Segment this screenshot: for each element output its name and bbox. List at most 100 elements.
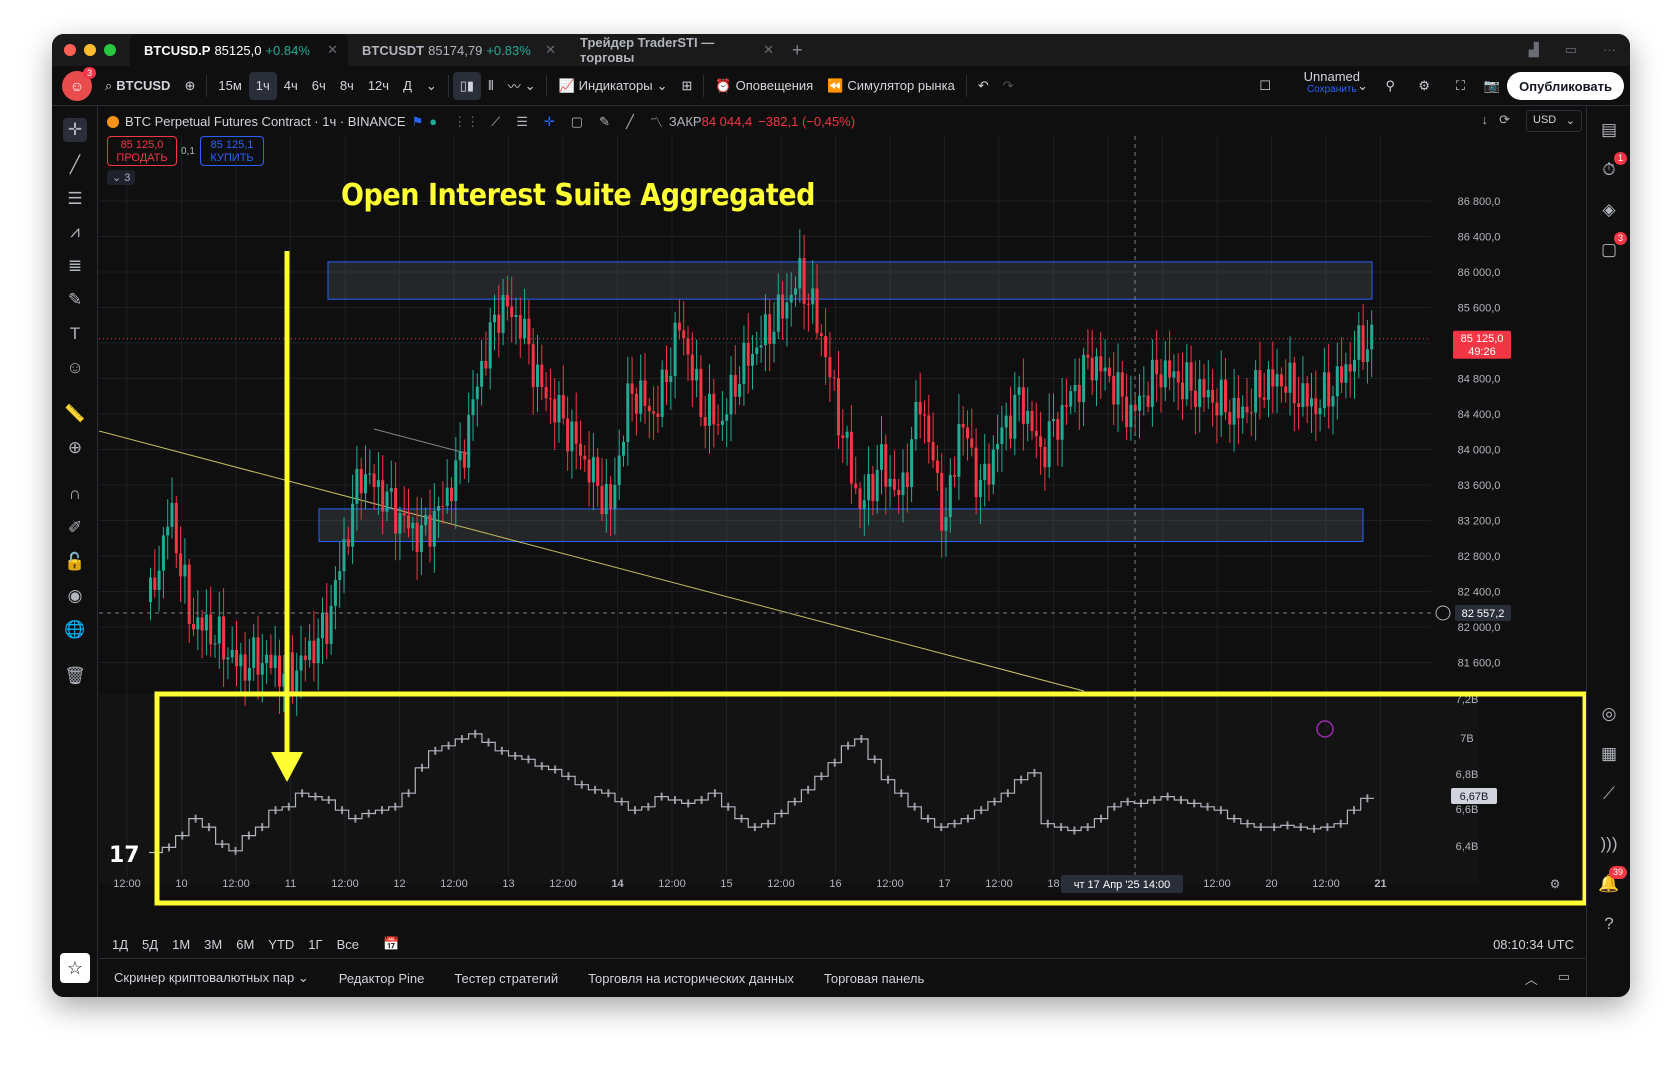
chart-area[interactable]: 86 800,086 400,086 000,085 600,085 200,0… <box>99 106 1586 968</box>
interval-dropdown[interactable]: ⌄ <box>419 72 444 100</box>
tab-replay-trading[interactable]: Торговля на исторических данных <box>573 971 809 986</box>
range-5d[interactable]: 5Д <box>135 937 165 952</box>
target-icon[interactable]: ◎ <box>1597 702 1621 726</box>
symbol-search[interactable]: ⌕ BTCUSD <box>98 72 177 100</box>
crosshair-icon[interactable]: ✛ <box>63 118 87 142</box>
brush-icon[interactable]: ✎ <box>63 288 87 312</box>
chart-canvas[interactable]: 86 800,086 400,086 000,085 600,085 200,0… <box>99 106 1586 968</box>
fib-icon[interactable]: ≣ <box>63 254 87 278</box>
replay-button[interactable]: ⏪ Симулятор рынка <box>820 72 962 100</box>
eye-icon[interactable]: ◉ <box>63 584 87 608</box>
tab-pine-editor[interactable]: Редактор Pine <box>324 971 440 986</box>
pencil-lock-icon[interactable]: ✐ <box>63 516 87 540</box>
range-1m[interactable]: 1М <box>165 937 197 952</box>
cast-icon[interactable]: ▭ <box>1565 42 1577 58</box>
interval-8h[interactable]: 8ч <box>333 72 361 100</box>
close-tab-icon[interactable]: ✕ <box>327 42 338 58</box>
trendline-tool-icon[interactable]: ⟋ <box>491 114 500 130</box>
tab-crypto-screener[interactable]: Скринер криптовалютных пар ⌄ <box>99 970 324 986</box>
minimize-window-icon[interactable] <box>84 44 96 56</box>
range-3m[interactable]: 3М <box>197 937 229 952</box>
drag-handle-icon[interactable]: ⋮⋮ <box>453 114 479 130</box>
snapshot-button[interactable]: 📷 <box>1477 72 1507 100</box>
tab-strategy-tester[interactable]: Тестер стратегий <box>439 971 573 986</box>
close-tab-icon[interactable]: ✕ <box>545 42 556 58</box>
globe-icon[interactable]: 🌐 <box>63 618 87 642</box>
horizontal-lines-icon[interactable]: ☰ <box>63 187 87 211</box>
new-tab-icon[interactable]: + <box>792 40 803 61</box>
range-1d[interactable]: 1Д <box>105 937 135 952</box>
pine-icon[interactable]: ⟋ <box>1597 782 1621 806</box>
chevron-up-icon[interactable]: ︿ <box>1525 969 1538 988</box>
tab-btcusdt[interactable]: BTCUSDT 85174,79 +0.83% ✕ <box>348 34 566 66</box>
emoji-icon[interactable]: ☺ <box>63 356 87 380</box>
trash-icon[interactable]: 🗑 <box>63 664 87 688</box>
interval-15m[interactable]: 15м <box>211 72 248 100</box>
maximize-panel-icon[interactable]: ▭ <box>1558 969 1570 988</box>
help-icon[interactable]: ? <box>1597 912 1621 936</box>
interval-1h[interactable]: 1ч <box>248 71 277 100</box>
interval-d[interactable]: Д <box>396 72 419 100</box>
layers-icon[interactable]: ◈ <box>1597 198 1621 222</box>
interval-4h[interactable]: 4ч <box>277 72 305 100</box>
alerts-clock-icon[interactable]: ⏱ 1 <box>1597 152 1627 182</box>
maximize-window-icon[interactable] <box>104 44 116 56</box>
bars-type-button[interactable]: ⫴ <box>481 72 500 100</box>
quick-search-button[interactable]: ⚲ <box>1378 72 1402 100</box>
range-6m[interactable]: 6М <box>229 937 261 952</box>
text-icon[interactable]: T <box>63 322 87 346</box>
candles-type-button[interactable]: ▯▮ <box>452 71 482 100</box>
close-tab-icon[interactable]: ✕ <box>763 42 774 58</box>
lock-icon[interactable]: 🔓 <box>63 550 87 574</box>
flag-icon[interactable]: ⚑ <box>412 114 424 130</box>
signal-icon[interactable]: ▟ <box>1529 42 1539 58</box>
range-ytd[interactable]: YTD <box>261 937 301 952</box>
crosshair-tool-icon[interactable]: ✛ <box>544 114 555 130</box>
goto-date-icon[interactable]: 📅 <box>376 936 406 952</box>
fullscreen-button[interactable]: ⛶ <box>1449 72 1472 100</box>
settings-button[interactable]: ⚙ <box>1411 72 1437 100</box>
ruler-icon[interactable]: 📏 <box>63 402 87 426</box>
fib-tool-icon[interactable]: ☰ <box>516 114 528 130</box>
interval-6h[interactable]: 6ч <box>305 72 333 100</box>
layout-toggle[interactable]: ☐ <box>1252 72 1278 100</box>
range-1y[interactable]: 1Г <box>301 937 329 952</box>
chat-icon[interactable]: ▢ 3 <box>1597 232 1627 262</box>
more-icon[interactable]: ··· <box>1603 42 1616 58</box>
legend-title[interactable]: BTC Perpetual Futures Contract · 1ч · BI… <box>125 114 406 129</box>
range-all[interactable]: Все <box>330 937 366 952</box>
avatar[interactable]: ☺ 3 <box>62 66 96 101</box>
compare-button[interactable]: ⊕ <box>177 72 202 100</box>
alerts-button[interactable]: ⏰ Оповещения <box>708 72 820 100</box>
layout-dropdown[interactable]: ⌄ <box>1350 72 1375 100</box>
favorites-star-icon[interactable]: ☆ <box>60 953 90 983</box>
currency-select[interactable]: USD ⌄ <box>1526 110 1582 132</box>
utc-clock[interactable]: 08:10:34 UTC <box>1493 937 1574 952</box>
tab-trading-panel[interactable]: Торговая панель <box>809 971 939 986</box>
bell-icon[interactable]: 🔔 39 <box>1597 866 1627 896</box>
magnet-icon[interactable]: ∩ <box>63 482 87 506</box>
calendar-icon[interactable]: ▦ <box>1597 742 1621 766</box>
collapse-indicators-button[interactable]: ⌄ 3 <box>107 170 136 185</box>
watchlist-icon[interactable]: ▤ <box>1597 118 1621 142</box>
sell-button[interactable]: 85 125,0 ПРОДАТЬ <box>107 136 177 166</box>
tab-tradersti[interactable]: Трейдер TraderSTI — торговы ✕ <box>566 34 784 66</box>
buy-button[interactable]: 85 125,1 КУПИТЬ <box>200 136 264 166</box>
line-tool-icon[interactable]: ╱ <box>626 114 634 130</box>
redo-button[interactable]: ↷ <box>996 72 1021 100</box>
close-window-icon[interactable] <box>64 44 76 56</box>
rectangle-tool-icon[interactable]: ▢ <box>571 114 583 130</box>
tab-btcusd-p[interactable]: BTCUSD.P 85125,0 +0.84% ✕ <box>130 34 348 66</box>
templates-button[interactable]: ⊞ <box>674 72 699 100</box>
pattern-icon[interactable]: ⩘ <box>63 220 87 244</box>
refresh-icon[interactable]: ⟳ <box>1499 112 1510 128</box>
interval-12h[interactable]: 12ч <box>361 72 396 100</box>
undo-button[interactable]: ↶ <box>971 72 996 100</box>
zoom-in-icon[interactable]: ⊕ <box>63 436 87 460</box>
download-icon[interactable]: ↓ <box>1482 112 1489 127</box>
indicators-button[interactable]: 📈 Индикаторы ⌄ <box>551 72 674 100</box>
brush-tool-icon[interactable]: ✎ <box>599 114 610 130</box>
path-tool-icon[interactable]: 〽 <box>650 112 663 131</box>
line-type-button[interactable]: 〰 ⌄ <box>501 72 543 100</box>
broadcast-icon[interactable]: ))) <box>1597 832 1621 856</box>
